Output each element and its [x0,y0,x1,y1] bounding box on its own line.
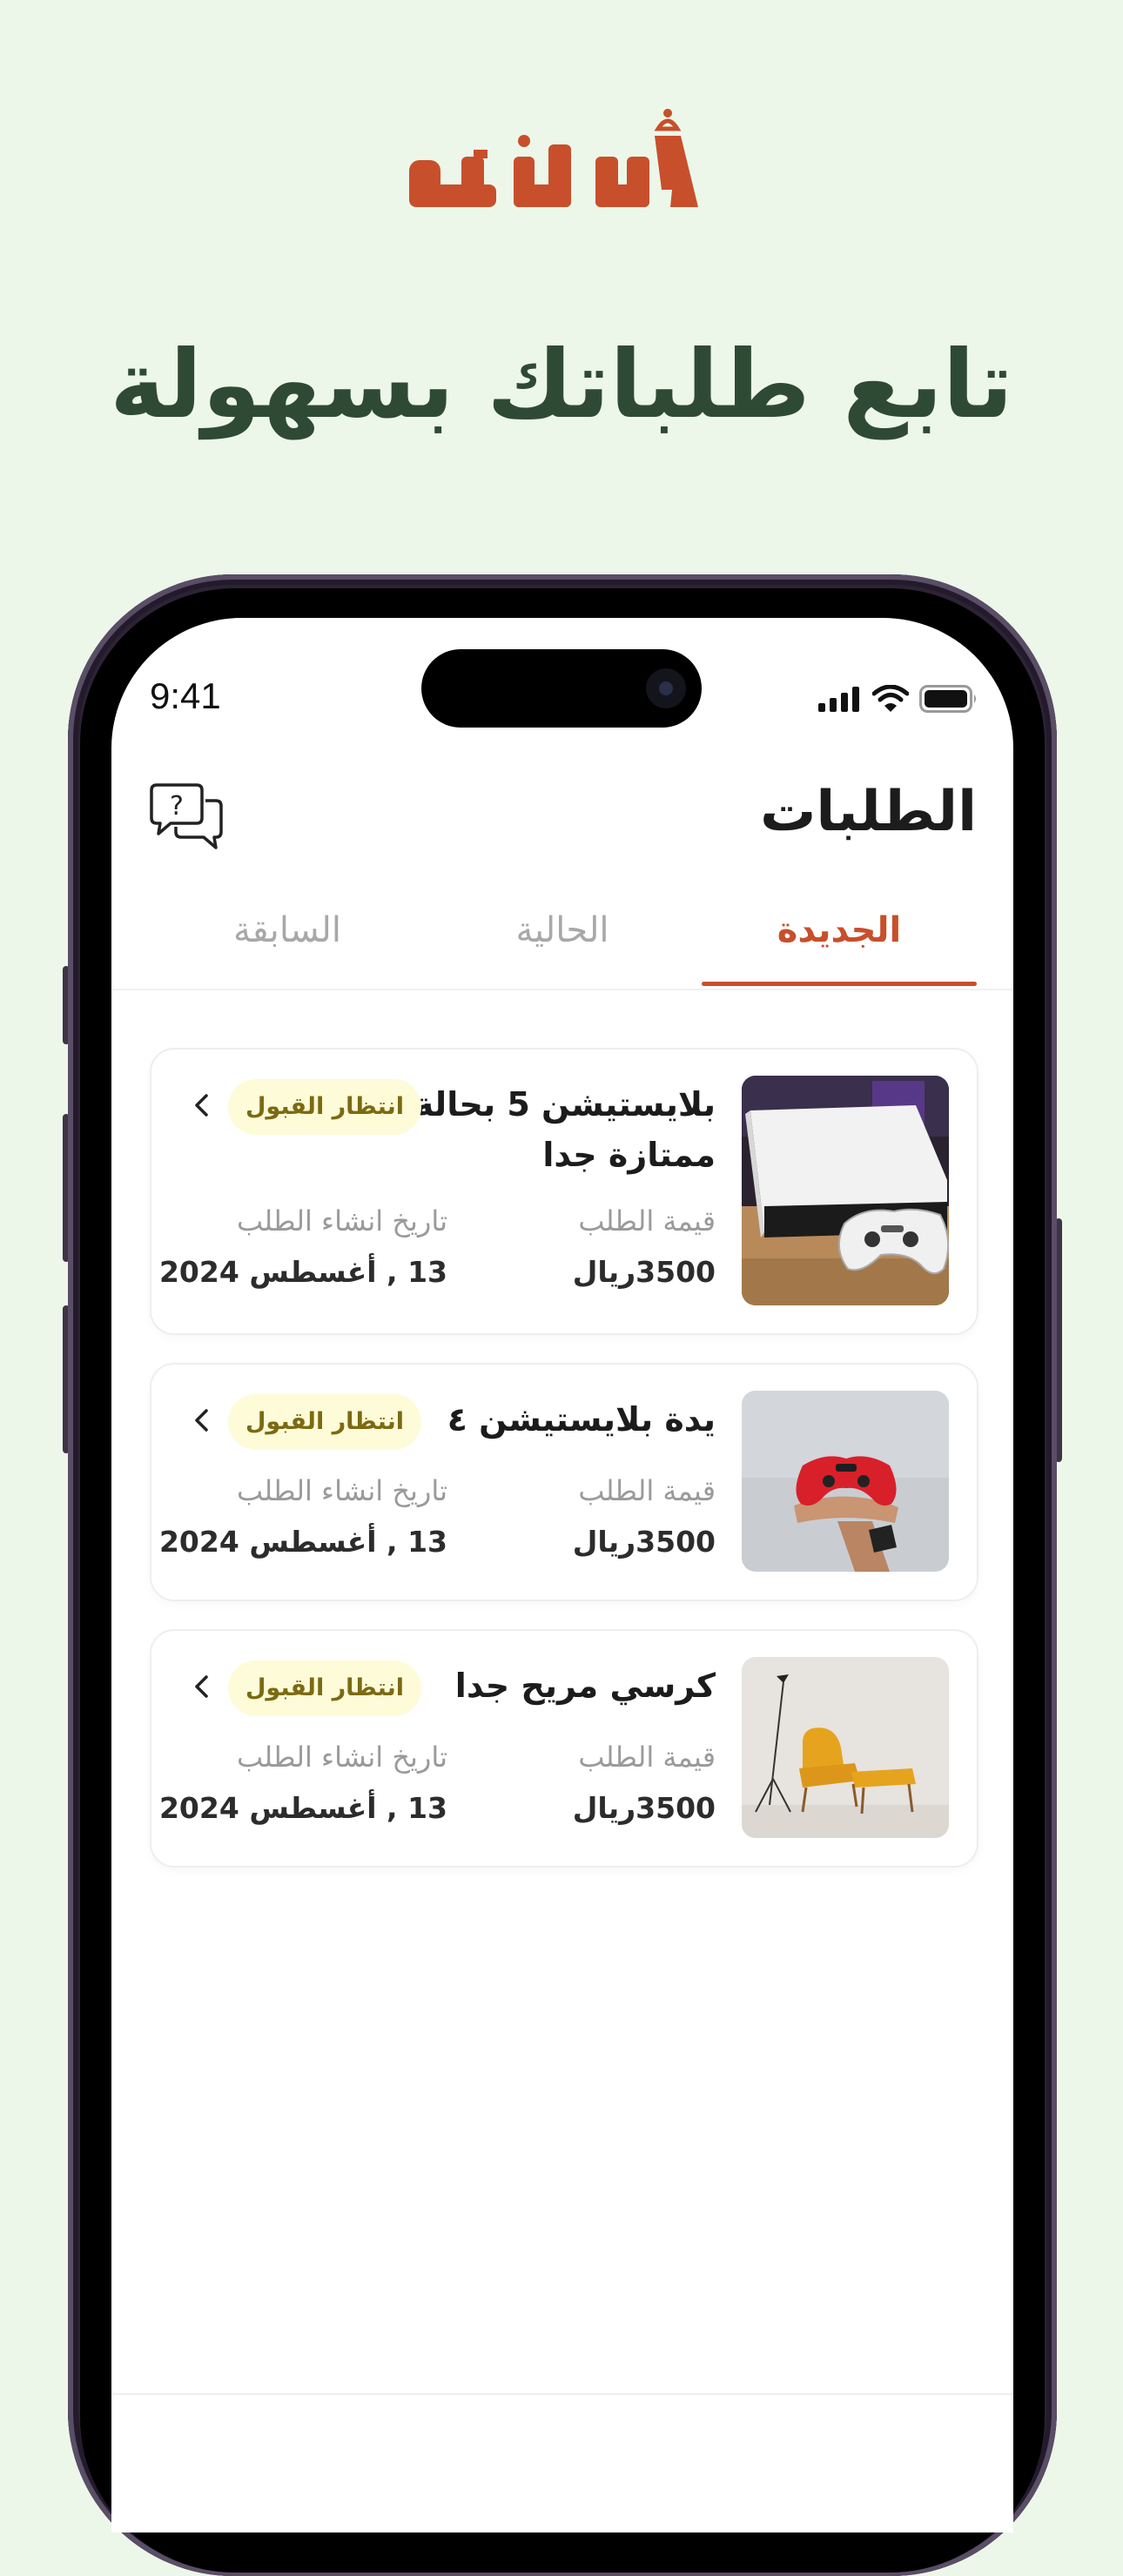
tab-previous[interactable]: السابقة [157,895,418,950]
status-icons [818,684,978,714]
price-value: 3500ريال [572,1791,716,1825]
svg-text:?: ? [170,791,184,822]
status-time: 9:41 [150,675,221,716]
order-card[interactable]: بلايستيشن 5 بحالة ممتازة جدا انتظار القب… [150,1048,978,1335]
headline: تابع طلباتك بسهولة [110,331,1014,439]
battery-icon [919,685,976,713]
front-camera [646,668,686,708]
price-label: قيمة الطلب [578,1204,716,1238]
page-title: الطلبات [760,780,977,844]
brand-logo [409,109,698,207]
order-image-controller [742,1391,949,1572]
status-badge: انتظار القبول [228,1660,421,1716]
chevron-left-icon[interactable] [186,1671,218,1702]
date-label: تاريخ انشاء الطلب [236,1741,447,1774]
chat-help-icon[interactable]: ? [146,783,226,853]
signal-icon [818,687,859,712]
price-value: 3500ريال [572,1255,716,1289]
status-badge: انتظار القبول [228,1394,421,1450]
price-value: 3500ريال [572,1525,716,1559]
tabs-divider [111,989,1013,990]
chevron-left-icon[interactable] [186,1090,218,1121]
date-label: تاريخ انشاء الطلب [236,1204,447,1238]
date-label: تاريخ انشاء الطلب [236,1474,447,1507]
tab-current[interactable]: الحالية [432,895,693,950]
price-label: قيمة الطلب [578,1474,716,1507]
order-card[interactable]: يدة بلايستيشن ٤ انتظار القبول قيمة الطلب… [150,1363,978,1601]
price-label: قيمة الطلب [578,1741,716,1774]
order-title: يدة بلايستيشن ٤ [447,1400,716,1439]
chevron-left-icon[interactable] [186,1405,218,1436]
status-badge: انتظار القبول [228,1079,421,1135]
date-value: 13 , أغسطس 2024 [158,1791,447,1825]
order-title: بلايستيشن 5 بحالة ممتازة جدا [414,1085,716,1174]
phone-screen: 9:41 الطلبات ? الجديدة الحالية السابقة ب… [111,618,1013,2532]
order-card[interactable]: كرسي مريح جدا انتظار القبول قيمة الطلب ت… [150,1629,978,1868]
date-value: 13 , أغسطس 2024 [158,1255,447,1289]
order-image-playstation [742,1076,949,1305]
tab-new[interactable]: الجديدة [709,895,970,950]
dynamic-island [421,649,702,728]
wifi-icon [872,685,909,712]
date-value: 13 , أغسطس 2024 [158,1525,447,1559]
bottom-divider [111,2393,1013,2395]
tab-active-indicator [702,982,977,986]
order-title: كرسي مريح جدا [454,1667,716,1705]
order-image-armchair [742,1657,949,1838]
